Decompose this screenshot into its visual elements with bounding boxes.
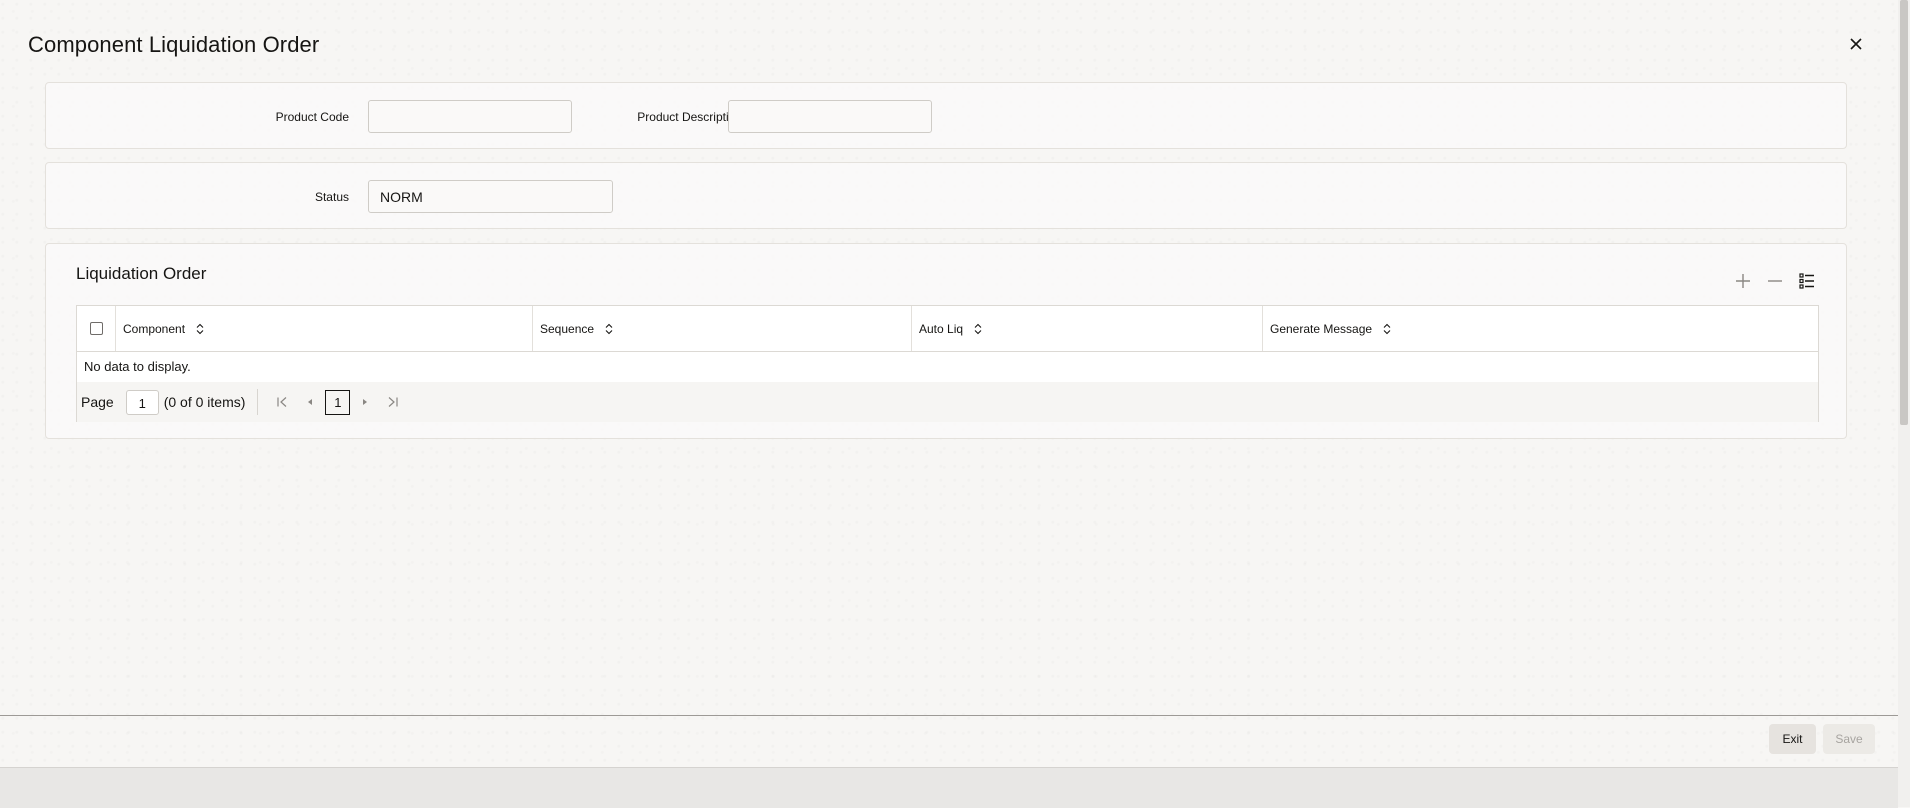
close-icon xyxy=(1850,38,1862,50)
sort-icon xyxy=(604,323,614,335)
sort-icon xyxy=(1382,323,1392,335)
next-page-button[interactable] xyxy=(351,389,379,415)
next-page-icon xyxy=(363,399,368,405)
scrollbar-thumb[interactable] xyxy=(1900,0,1908,425)
column-label: Component xyxy=(123,321,186,336)
product-code-label: Product Code xyxy=(275,110,349,124)
column-header-sequence[interactable]: Sequence xyxy=(532,306,911,351)
select-all-checkbox[interactable] xyxy=(89,322,103,335)
status-input[interactable] xyxy=(368,180,613,213)
sort-icon xyxy=(973,323,983,335)
column-label: Sequence xyxy=(540,321,595,336)
grid-toolbar xyxy=(1732,270,1818,292)
column-header-component[interactable]: Component xyxy=(115,306,532,351)
status-panel: Status xyxy=(45,162,1847,229)
column-header-auto-liq[interactable]: Auto Liq xyxy=(911,306,1262,351)
column-label: Generate Message xyxy=(1270,321,1373,336)
liquidation-order-panel: Liquidation Order Component Sequence Aut… xyxy=(45,243,1847,439)
product-code-input[interactable] xyxy=(368,100,572,133)
empty-message: No data to display. xyxy=(84,359,191,374)
items-count: (0 of 0 items) xyxy=(163,394,246,410)
section-title: Liquidation Order xyxy=(76,264,207,283)
last-page-icon xyxy=(389,397,399,407)
table-header: Component Sequence Auto Liq Generate Mes… xyxy=(77,306,1818,352)
page-title: Component Liquidation Order xyxy=(28,32,320,57)
plus-icon xyxy=(1736,274,1750,288)
status-label: Status xyxy=(314,190,349,204)
divider xyxy=(257,389,259,415)
column-label: Auto Liq xyxy=(919,321,964,336)
previous-page-button[interactable] xyxy=(296,389,324,415)
page-label: Page xyxy=(81,394,114,410)
title-bar: Component Liquidation Order xyxy=(0,0,1898,88)
page-number-input[interactable]: 1 xyxy=(125,389,159,415)
dialog-footer: Exit Save xyxy=(0,716,1898,762)
last-page-button[interactable] xyxy=(379,389,407,415)
product-description-input[interactable] xyxy=(728,100,932,133)
close-button[interactable] xyxy=(1844,32,1868,56)
pagination: Page 1 (0 of 0 items) 1 xyxy=(77,382,1818,422)
select-all-cell xyxy=(77,306,115,351)
remove-row-button[interactable] xyxy=(1764,270,1786,292)
exit-button[interactable]: Exit xyxy=(1769,724,1816,754)
bottom-strip xyxy=(0,767,1898,808)
product-panel: Product Code Product Description xyxy=(45,82,1847,149)
component-liquidation-order-dialog: Component Liquidation Order Product Code… xyxy=(0,0,1898,808)
list-settings-icon xyxy=(1799,273,1814,289)
product-description-label: Product Description xyxy=(637,110,742,124)
minus-icon xyxy=(1768,280,1782,282)
add-row-button[interactable] xyxy=(1732,270,1754,292)
sort-icon xyxy=(195,323,205,335)
first-page-button[interactable] xyxy=(268,389,296,415)
save-button[interactable]: Save xyxy=(1823,724,1875,754)
vertical-scrollbar[interactable] xyxy=(1898,0,1910,807)
liquidation-order-table: Component Sequence Auto Liq Generate Mes… xyxy=(76,305,1819,422)
previous-page-icon xyxy=(308,399,313,405)
current-page[interactable]: 1 xyxy=(325,389,351,415)
first-page-icon xyxy=(277,397,287,407)
column-header-generate-message[interactable]: Generate Message xyxy=(1262,306,1818,351)
column-settings-button[interactable] xyxy=(1796,270,1818,292)
